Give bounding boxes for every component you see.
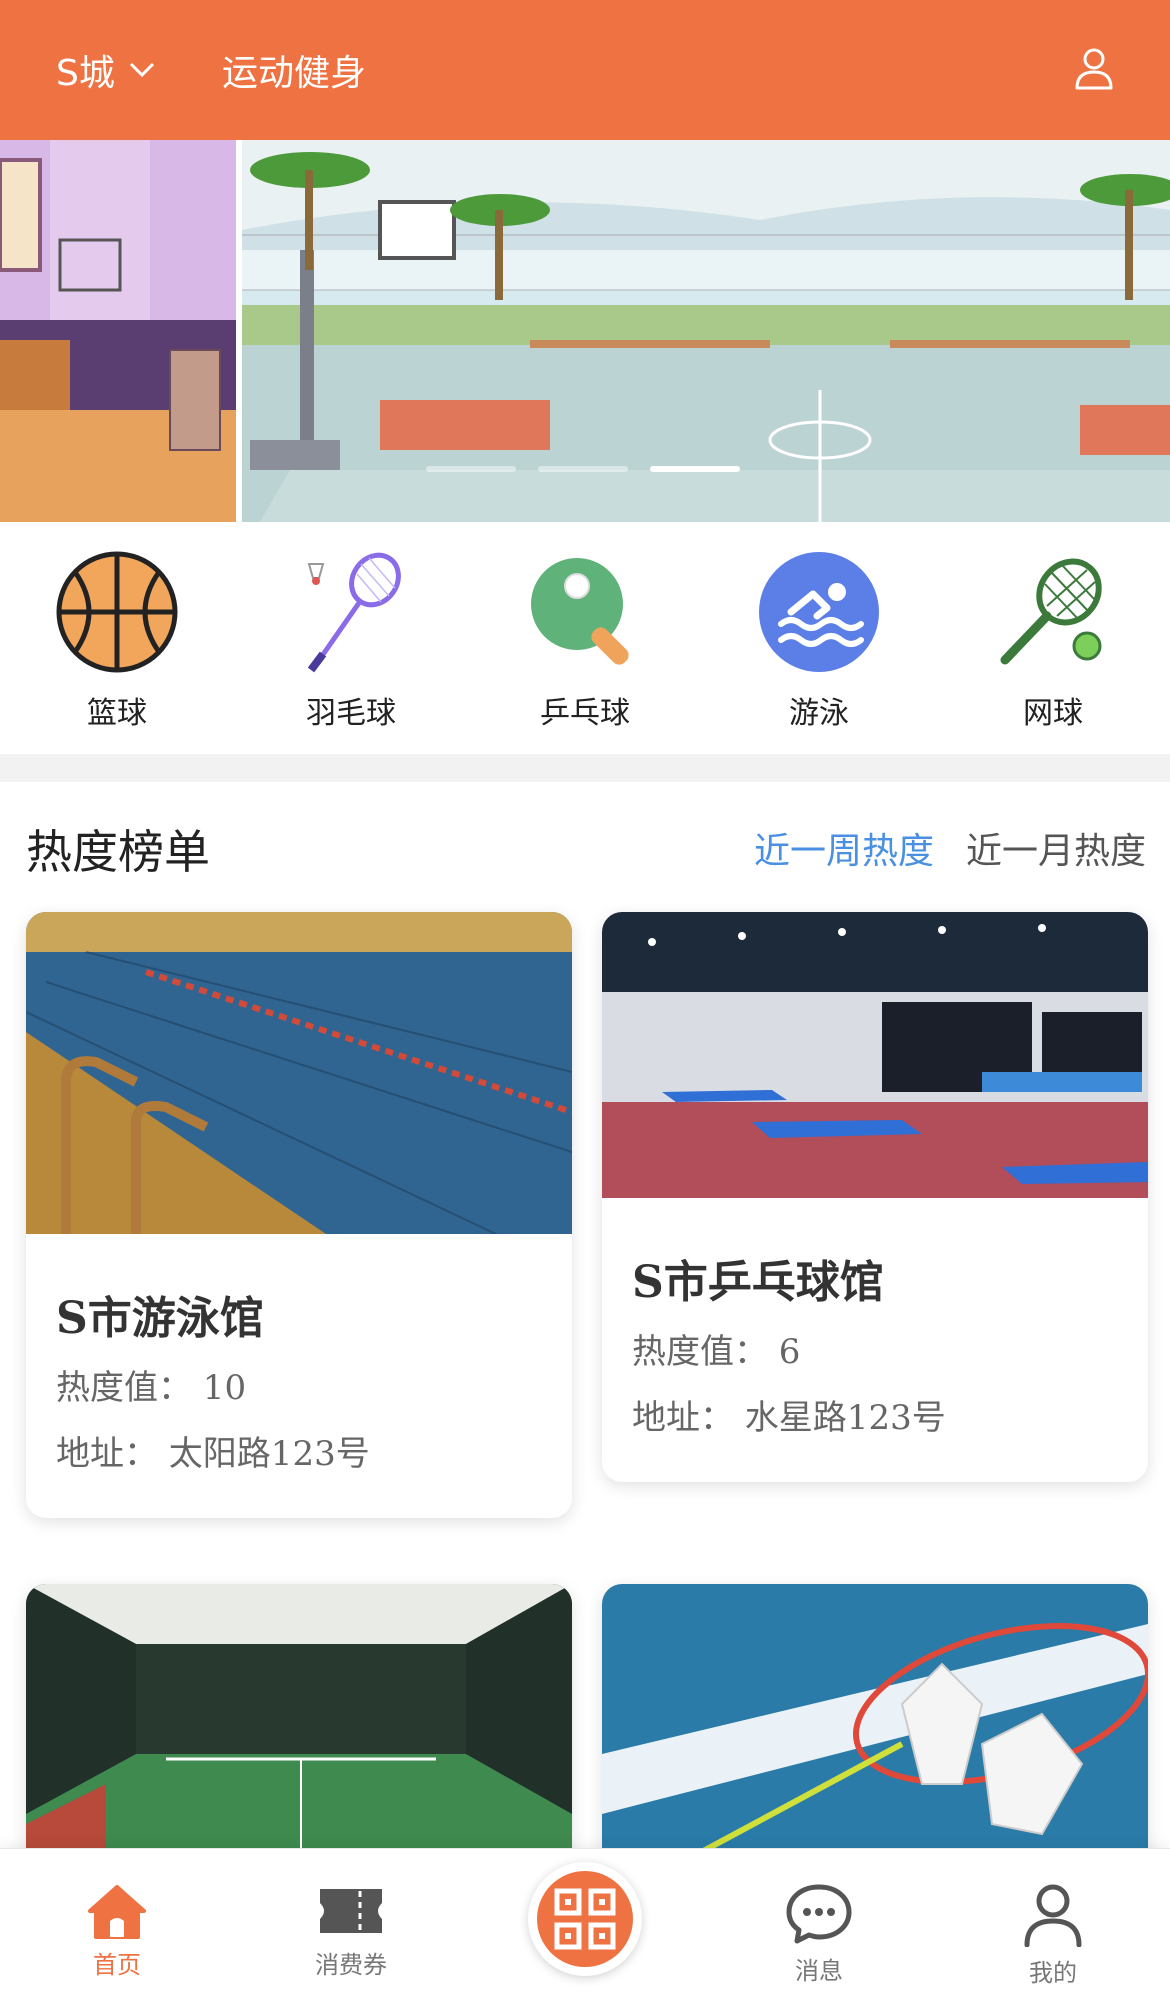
nav-label: 首页	[93, 1951, 141, 1979]
category-label: 篮球	[87, 696, 147, 731]
user-icon[interactable]	[1072, 46, 1116, 90]
venue-name: S市游泳馆	[56, 1293, 264, 1344]
nav-profile[interactable]: 我的	[936, 1849, 1170, 2008]
banner-carousel[interactable]	[0, 140, 1170, 522]
venue-card-ping-pong[interactable]: S市乒乓球馆 热度值： 6 地址： 水星路123号	[602, 912, 1148, 1482]
category-label: 乒乓球	[540, 696, 630, 731]
tab-monthly-heat[interactable]: 近一月热度	[966, 822, 1146, 874]
home-icon	[88, 1885, 146, 1939]
venue-heat: 热度值： 10	[56, 1368, 247, 1408]
category-label: 游泳	[789, 696, 849, 731]
profile-icon	[1024, 1884, 1082, 1947]
category-swimming[interactable]: 游泳	[702, 522, 936, 754]
banner-image	[0, 140, 1170, 522]
venue-card-swimming[interactable]: S市游泳馆 热度值： 10 地址： 太阳路123号	[26, 912, 572, 1518]
tennis-icon	[1000, 558, 1102, 665]
ranking-title: 热度榜单	[26, 825, 210, 879]
app-title: 运动健身	[222, 53, 367, 94]
venue-address: 地址： 水星路123号	[632, 1398, 946, 1438]
scan-button-inner	[537, 1871, 633, 1967]
venue-card-badminton[interactable]	[602, 1584, 1148, 1884]
category-tennis[interactable]: 网球	[936, 522, 1170, 754]
nav-messages[interactable]: 消息	[702, 1849, 936, 2008]
category-ping-pong[interactable]: 乒乓球	[468, 522, 702, 754]
nav-home[interactable]: 首页	[0, 1849, 234, 2008]
sport-categories: 篮球 羽毛球 乒乓球 游泳 网球	[0, 522, 1170, 754]
city-label: S城	[56, 53, 115, 94]
swimming-icon	[759, 552, 879, 672]
venue-name: S市乒乓球馆	[632, 1257, 884, 1308]
qr-scan-icon	[554, 1888, 616, 1950]
nav-label: 我的	[1029, 1959, 1077, 1987]
scan-button[interactable]	[528, 1862, 642, 1976]
venue-heat: 热度值： 6	[632, 1332, 801, 1372]
message-icon	[786, 1884, 852, 1944]
top-bar: S城 运动健身	[0, 0, 1170, 140]
city-selector[interactable]: S城	[56, 44, 155, 96]
category-label: 羽毛球	[306, 696, 396, 731]
badminton-icon	[307, 552, 401, 673]
venue-card-tennis[interactable]	[26, 1584, 572, 1884]
nav-label: 消费券	[315, 1951, 387, 1979]
section-divider	[0, 754, 1170, 782]
carousel-dot-active[interactable]	[650, 466, 740, 472]
carousel-indicator	[426, 466, 740, 472]
basketball-icon	[56, 551, 178, 673]
nav-coupons[interactable]: 消费券	[234, 1849, 468, 2008]
venue-photo	[26, 1584, 572, 1884]
venue-photo	[602, 912, 1148, 1198]
category-basketball[interactable]: 篮球	[0, 522, 234, 754]
ticket-icon	[320, 1889, 382, 1933]
carousel-dot[interactable]	[426, 466, 516, 472]
category-label: 网球	[1023, 696, 1083, 731]
tab-weekly-heat[interactable]: 近一周热度	[754, 822, 934, 874]
ping-pong-icon	[531, 558, 629, 665]
venue-address: 地址： 太阳路123号	[56, 1434, 370, 1474]
venue-photo	[26, 912, 572, 1234]
chevron-down-icon	[129, 62, 154, 78]
carousel-dot[interactable]	[538, 466, 628, 472]
nav-label: 消息	[795, 1957, 843, 1985]
venue-photo	[602, 1584, 1148, 1884]
category-badminton[interactable]: 羽毛球	[234, 522, 468, 754]
